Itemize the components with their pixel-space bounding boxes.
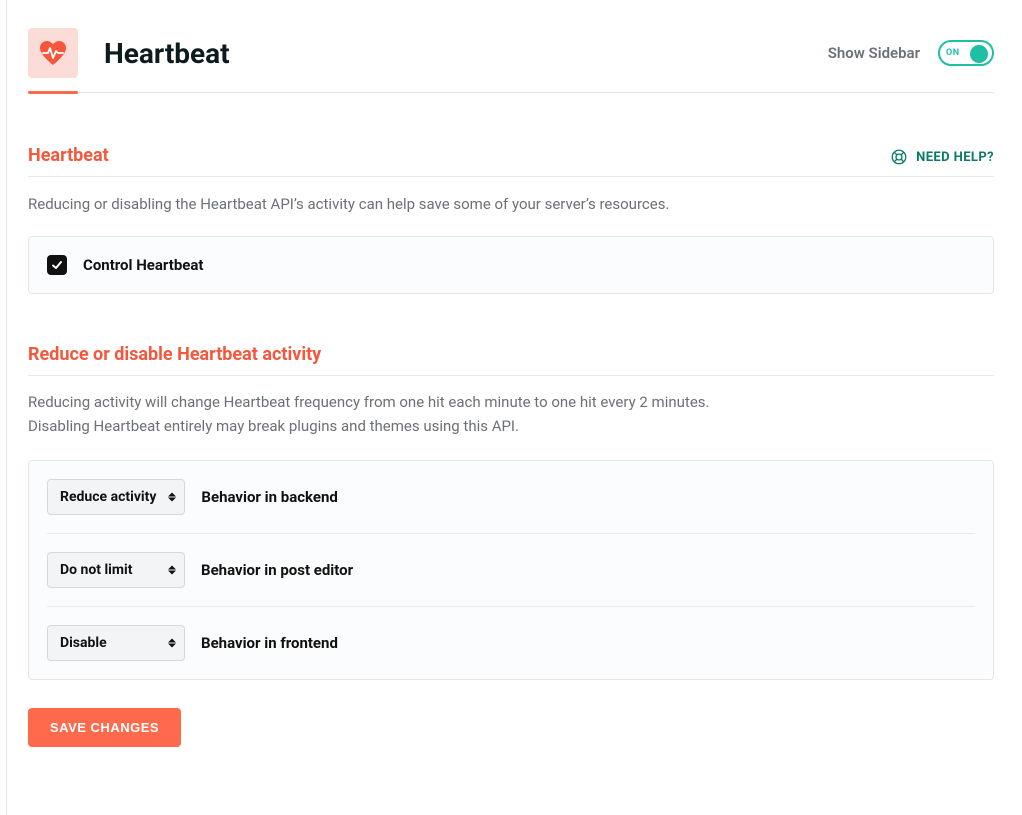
section-heartbeat-description: Reducing or disabling the Heartbeat API’… [28,193,994,216]
section-reduce-description: Reducing activity will change Heartbeat … [28,390,994,438]
section-reduce-title: Reduce or disable Heartbeat activity [28,344,994,365]
header-separator [28,92,994,93]
control-heartbeat-label: Control Heartbeat [83,256,204,274]
show-sidebar-label: Show Sidebar [828,44,920,62]
behavior-frontend-select[interactable]: Disable [47,625,185,661]
page-title: Heartbeat [104,37,230,70]
active-tab-indicator [28,91,78,94]
behavior-post-editor-row: Do not limit Behavior in post editor [47,534,975,607]
section-heartbeat-title: Heartbeat [28,145,109,166]
behavior-panel: Reduce activity Behavior in backend Do n… [28,460,994,680]
page-header: Heartbeat Show Sidebar ON [28,28,994,78]
behavior-post-editor-label: Behavior in post editor [201,561,353,579]
heartbeat-icon [28,28,78,78]
need-help-link[interactable]: NEED HELP? [890,148,994,166]
behavior-post-editor-select[interactable]: Do not limit [47,552,185,588]
save-changes-button[interactable]: SAVE CHANGES [28,708,181,747]
behavior-backend-row: Reduce activity Behavior in backend [47,461,975,534]
select-caret-icon [168,639,176,648]
behavior-backend-select[interactable]: Reduce activity [47,479,185,515]
select-caret-icon [168,566,176,575]
control-heartbeat-panel: Control Heartbeat [28,236,994,294]
behavior-backend-label: Behavior in backend [201,488,337,506]
control-heartbeat-checkbox[interactable] [47,255,67,275]
select-caret-icon [168,493,176,502]
lifebuoy-icon [890,148,908,166]
show-sidebar-toggle[interactable]: ON [938,40,994,66]
toggle-on-text: ON [946,48,960,58]
behavior-frontend-row: Disable Behavior in frontend [47,607,975,679]
behavior-frontend-label: Behavior in frontend [201,634,338,652]
need-help-label: NEED HELP? [916,150,994,165]
